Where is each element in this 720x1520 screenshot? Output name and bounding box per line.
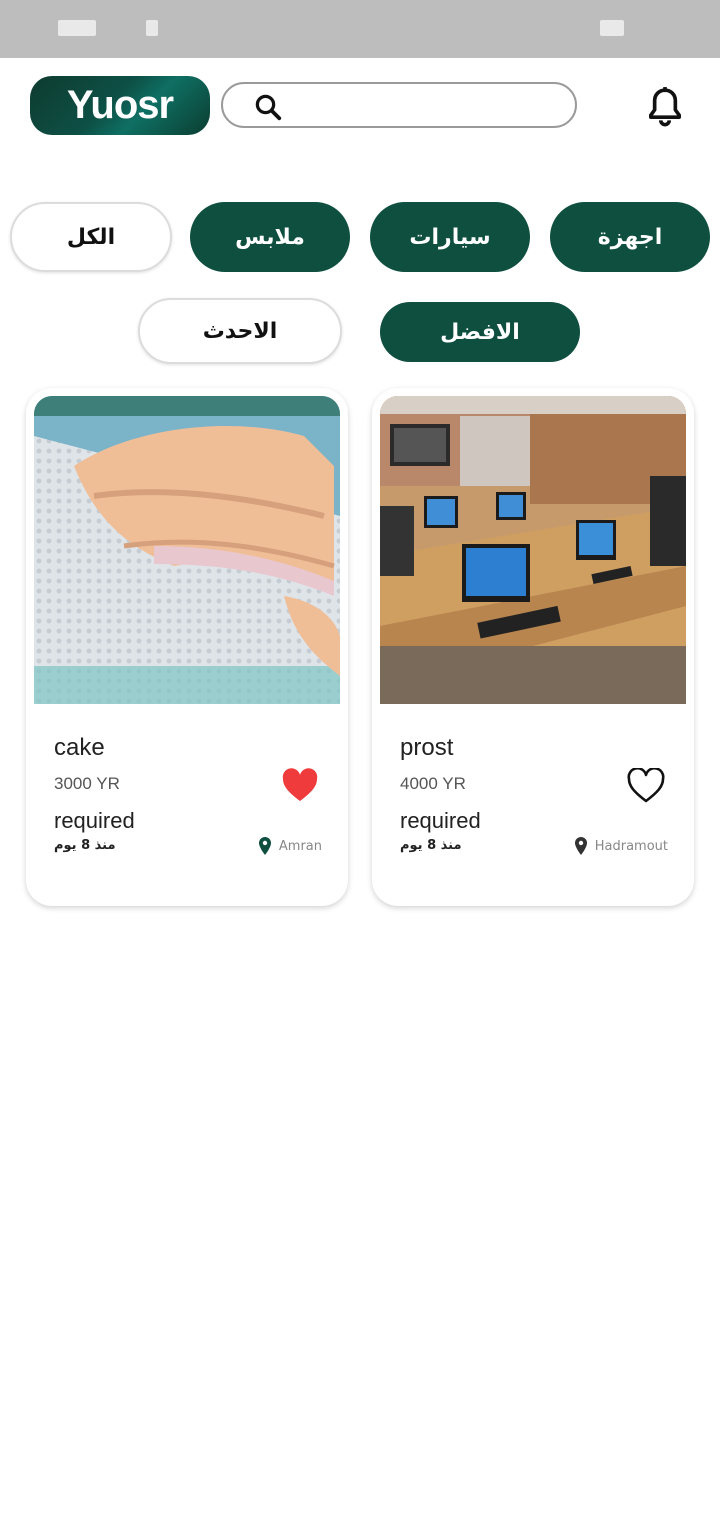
category-all-chip[interactable]: الكل xyxy=(10,202,172,272)
category-cars-chip[interactable]: سيارات xyxy=(370,202,530,272)
product-age: منذ 8 يوم xyxy=(400,838,462,853)
sim-icon xyxy=(146,20,158,36)
location-pin-icon xyxy=(258,837,271,855)
product-image-knit-fabric[interactable] xyxy=(34,396,340,704)
search-input[interactable] xyxy=(293,90,567,122)
product-image-computer-lab[interactable] xyxy=(380,396,686,704)
product-card-cake[interactable]: cake 3000 YR required منذ 8 يوم Amran xyxy=(26,388,348,906)
product-price: 3000 YR xyxy=(54,774,120,793)
location-text: Amran xyxy=(278,838,322,854)
search-box[interactable] xyxy=(221,82,577,128)
product-age: منذ 8 يوم xyxy=(54,838,116,853)
battery-icon xyxy=(58,20,96,36)
product-status: required xyxy=(54,808,135,833)
favorite-heart-filled-icon[interactable] xyxy=(280,768,320,804)
location-text: Hadramout xyxy=(594,838,668,854)
notification-bell-icon[interactable] xyxy=(642,84,688,130)
product-location: Hadramout xyxy=(573,836,668,856)
product-status: required xyxy=(400,808,481,833)
product-title: cake xyxy=(54,734,105,761)
product-title: prost xyxy=(400,734,454,761)
category-clothes-chip[interactable]: ملابس xyxy=(190,202,350,272)
signal-icon xyxy=(600,20,624,36)
status-bar xyxy=(0,0,720,58)
favorite-heart-outline-icon[interactable] xyxy=(626,768,666,804)
sort-newest-chip[interactable]: الاحدث xyxy=(138,298,342,364)
location-pin-icon xyxy=(574,837,587,855)
search-icon[interactable] xyxy=(253,92,283,122)
sort-best-chip[interactable]: الافضل xyxy=(380,302,580,362)
product-card-prost[interactable]: prost 4000 YR required منذ 8 يوم Hadramo… xyxy=(372,388,694,906)
product-price: 4000 YR xyxy=(400,774,466,793)
category-devices-chip[interactable]: اجهزة xyxy=(550,202,710,272)
app-logo[interactable]: Yuosr xyxy=(30,76,210,135)
product-location: Amran xyxy=(257,836,322,856)
